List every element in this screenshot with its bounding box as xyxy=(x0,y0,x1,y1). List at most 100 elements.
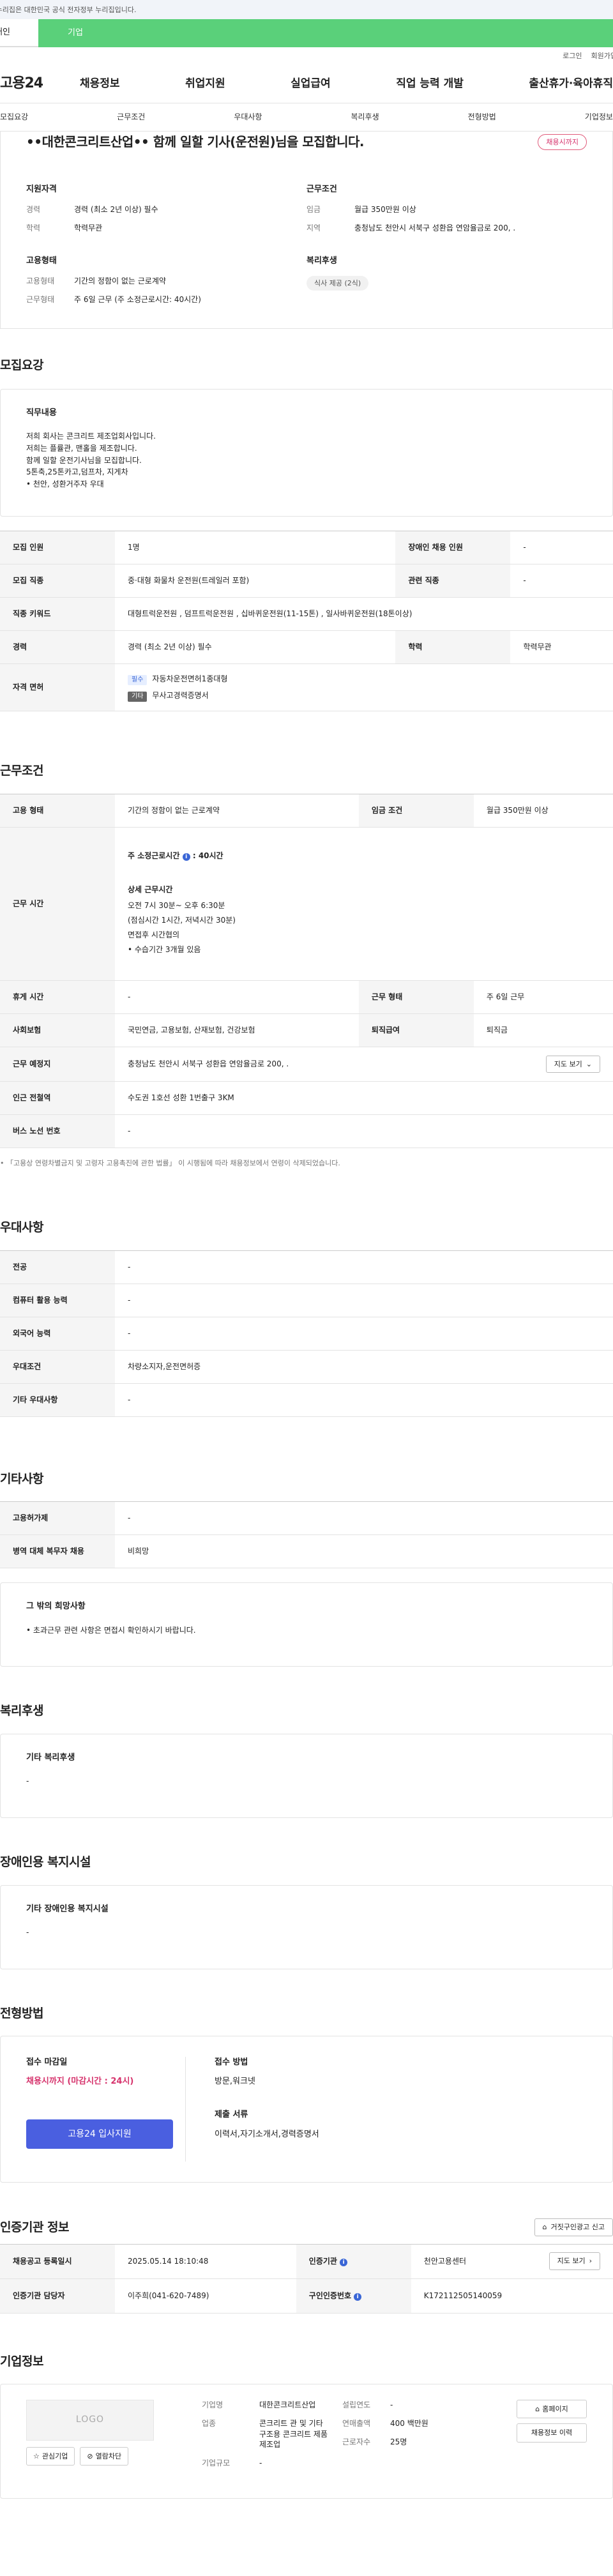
company-value: 25명 xyxy=(390,2437,407,2446)
tab-personal-label: 개인 xyxy=(0,27,10,37)
table-cell: 비희망 xyxy=(115,1534,613,1569)
other-section: 기타사항 고용허가제 - 병역 대체 복무자 채용 비희망 그 밖의 희망사항 • … xyxy=(0,1471,613,1667)
summary-key: 근무형태 xyxy=(26,294,55,304)
table-cell: - xyxy=(115,1317,613,1351)
table-header: 직종 키워드 xyxy=(0,597,115,632)
section-nav: 모집요강 근무조건 우대사항 복리후생 전형방법 기업정보 xyxy=(0,103,613,132)
table-header: 고용 형태 xyxy=(0,794,115,828)
gnb-item-unemployment-benefit[interactable]: 실업급여 xyxy=(291,77,331,92)
table-row: 직종 키워드 대형트럭운전원 , 덤프트럭운전원 , 십바퀴운전원(11-15톤… xyxy=(0,597,613,632)
job-history-button[interactable]: 채용정보 이력 xyxy=(517,2423,587,2443)
agency-table: 채용공고 등록일시 2025.05.14 18:10:48 인증기관 i 천안고… xyxy=(0,2243,613,2314)
facility-heading: 기타 장애인용 복지시설 xyxy=(26,1904,109,1914)
gnb-item-employment-support[interactable]: 취업지원 xyxy=(185,77,225,92)
summary-conditions: 근무조건 임금 월급 350만원 이상 지역 충청남도 천안시 서북구 성환읍 연암… xyxy=(306,184,587,241)
table-row: 경력 경력 (최소 2년 이상) 필수 학력 학력무관 xyxy=(0,630,613,665)
interest-label: 관심기업 xyxy=(42,2452,68,2461)
gnb-item-vocational-training[interactable]: 직업 능력 개발 xyxy=(396,77,464,92)
table-row: 모집 인원 1명 장애인 채용 인원 - xyxy=(0,531,613,565)
section-nav-recruit[interactable]: 모집요강 xyxy=(0,112,28,123)
benefits-box: 기타 복리후생 - xyxy=(0,1733,613,1818)
table-row: 채용공고 등록일시 2025.05.14 18:10:48 인증기관 i 천안고… xyxy=(0,2244,613,2279)
block-view-button[interactable]: ⊘ 열람차단 xyxy=(80,2447,129,2466)
section-nav-prefer[interactable]: 우대사항 xyxy=(234,112,262,123)
login-link[interactable]: 로그인 xyxy=(563,51,582,61)
tab-company[interactable]: 기업 xyxy=(38,19,613,47)
company-key: 근로자수 xyxy=(342,2437,371,2446)
table-row: 근무 시간 주 소정근로시간 i : 40시간 상세 근무시간 오전 7시 30… xyxy=(0,827,613,981)
agency-title: 인증기관 정보 xyxy=(0,2220,70,2234)
company-info-col1: 기업명 대한콘크리트산업 업종 콘크리트 관 및 기타 구조용 콘크리트 제품 제조… xyxy=(202,2400,329,2483)
deadline-label: 접수 마감일 xyxy=(26,2057,68,2068)
table-cell: 중·대형 화물차 운전원(트레일러 포함) xyxy=(115,564,396,598)
report-button[interactable]: ⌂ 거짓구인광고 신고 xyxy=(534,2218,613,2236)
table-cell: 퇴직금 xyxy=(473,1013,613,1047)
summary-row: 학력 학력무관 xyxy=(26,223,306,234)
agency-section: 인증기관 정보 ⌂ 거짓구인광고 신고 채용공고 등록일시 2025.05.14 … xyxy=(0,2218,613,2314)
table-header: 관련 직종 xyxy=(395,564,511,598)
company-title: 기업정보 xyxy=(0,2354,43,2368)
summary-key: 지역 xyxy=(306,223,321,232)
join-link[interactable]: 회원가입 xyxy=(591,51,613,61)
license-name: 자동차운전면허1종대형 xyxy=(152,674,228,683)
chevron-down-icon: ⌄ xyxy=(586,1059,592,1068)
chevron-right-icon: › xyxy=(589,2257,592,2266)
table-header: 근무 시간 xyxy=(0,827,115,981)
weekly-hours-value: : 40시간 xyxy=(192,851,223,860)
company-value: 400 백만원 xyxy=(390,2418,428,2428)
table-cell: 1명 xyxy=(115,531,396,565)
interest-company-button[interactable]: ☆ 관심기업 xyxy=(26,2447,75,2466)
facility-box: 기타 장애인용 복지시설 - xyxy=(0,1884,613,1969)
work-section: 근무조건 고용 형태 기간의 정함이 없는 근로계약 임금 조건 월급 350만… xyxy=(0,762,613,1168)
section-nav-welfare[interactable]: 복리후생 xyxy=(351,112,379,123)
report-button-label: 거짓구인광고 신고 xyxy=(550,2223,605,2232)
benefits-text: - xyxy=(26,1777,29,1786)
apply-button[interactable]: 고용24 입사지원 xyxy=(26,2119,173,2149)
table-row: 고용 형태 기간의 정함이 없는 근로계약 임금 조건 월급 350만원 이상 xyxy=(0,794,613,828)
homepage-button[interactable]: ⌂ 홈페이지 xyxy=(517,2400,587,2419)
agency-map-button[interactable]: 지도 보기 › xyxy=(549,2252,600,2270)
table-cell: - xyxy=(510,564,613,598)
duty-heading: 직무내용 xyxy=(26,408,57,418)
global-nav: 고용24 채용정보 취업지원 실업급여 직업 능력 개발 출산휴가·육아휴직 xyxy=(0,65,613,103)
table-header: 전공 xyxy=(0,1250,115,1284)
summary-row: 고용형태 기간의 정함이 없는 근로계약 xyxy=(26,276,306,287)
info-icon[interactable]: i xyxy=(182,852,190,861)
hope-box: 그 밖의 희망사항 • 초과근무 관련 사항은 면접시 확인하시기 바랍니다. xyxy=(0,1582,613,1667)
gnb-item-parental-leave[interactable]: 출산휴가·육아휴직 xyxy=(529,77,613,92)
table-header: 컴퓨터 활용 능력 xyxy=(0,1284,115,1317)
gnb-item-jobs[interactable]: 채용정보 xyxy=(80,77,120,92)
summary-employment: 고용형태 고용형태 기간의 정함이 없는 근로계약 근무형태 주 6일 근무 (주 … xyxy=(26,255,306,313)
prefer-title: 우대사항 xyxy=(0,1220,43,1235)
license-tag: 필수 xyxy=(128,674,148,685)
table-row: 인근 전철역 수도권 1호선 성환 1번출구 3KM xyxy=(0,1081,613,1115)
info-icon[interactable]: i xyxy=(340,2258,348,2266)
home-icon: ⌂ xyxy=(542,2223,547,2232)
table-cell: 학력무관 xyxy=(510,630,613,665)
section-nav-process[interactable]: 전형방법 xyxy=(468,112,496,123)
table-row: 모집 직종 중·대형 화물차 운전원(트레일러 포함) 관련 직종 - xyxy=(0,564,613,598)
map-button[interactable]: 지도 보기 ⌄ xyxy=(545,1055,600,1073)
org-label: 인증기관 xyxy=(308,2256,337,2266)
gov-banner: 이 누리집은 대한민국 공식 전자정부 누리집입니다. xyxy=(0,0,613,19)
table-header: 장애인 채용 인원 xyxy=(395,531,511,565)
table-cell: - xyxy=(115,1383,613,1417)
facility-section: 장애인용 복지시설 기타 장애인용 복지시설 - xyxy=(0,1854,613,1969)
table-header: 버스 노선 번호 xyxy=(0,1114,115,1148)
table-cell: - xyxy=(115,1250,613,1284)
table-cell: 경력 (최소 2년 이상) 필수 xyxy=(115,630,396,665)
section-nav-conditions[interactable]: 근무조건 xyxy=(117,112,145,123)
home-icon: ⌂ xyxy=(535,2405,540,2414)
job-title: ••대한콘크리트산업•• 함께 일할 기사(운전원)님을 모집합니다. xyxy=(26,134,364,149)
deadline-badge: 채용시까지 xyxy=(538,134,587,151)
info-icon[interactable]: i xyxy=(354,2292,362,2301)
license-tag: 기타 xyxy=(128,691,148,702)
table-header: 모집 직종 xyxy=(0,564,115,598)
tab-personal[interactable]: 개인 xyxy=(0,19,38,47)
license-cell: 필수 자동차운전면허1종대형 기타 무사고경력증명서 xyxy=(115,663,613,712)
company-key: 기업규모 xyxy=(202,2459,231,2468)
weekly-hours-label: 주 소정근로시간 xyxy=(128,851,180,860)
site-logo[interactable]: 고용24 xyxy=(0,74,80,94)
section-nav-company[interactable]: 기업정보 xyxy=(585,112,613,123)
prefer-section: 우대사항 전공 - 컴퓨터 활용 능력 - 외국어 능력 - 우대조건 차량소지자,운전… xyxy=(0,1219,613,1417)
